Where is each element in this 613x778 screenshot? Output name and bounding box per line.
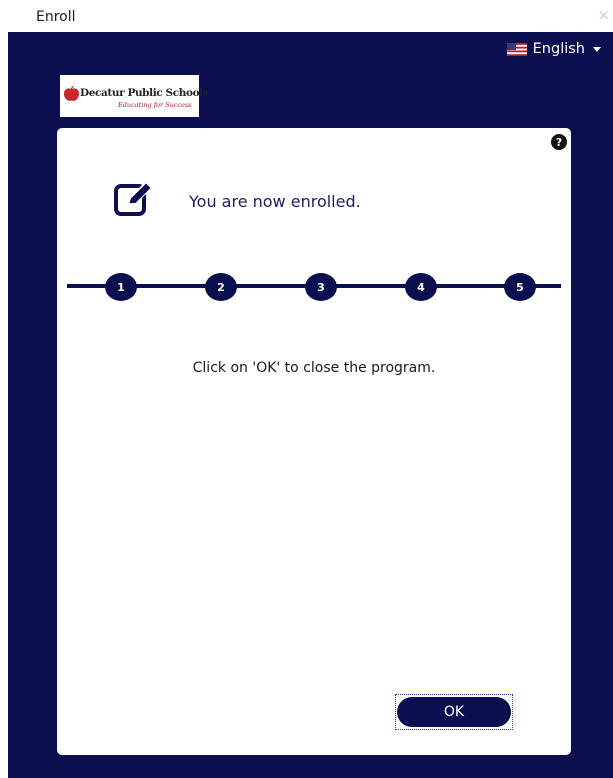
step-3: 3 bbox=[305, 273, 337, 301]
enrollment-card: ? You are now enrolled. 1 2 3 4 5 Click … bbox=[57, 128, 571, 755]
language-selector[interactable]: English bbox=[506, 41, 601, 57]
window-title: Enroll bbox=[36, 9, 76, 25]
window-titlebar: Enroll × bbox=[0, 0, 613, 32]
step-2: 2 bbox=[205, 273, 237, 301]
logo-name: Decatur Public Schools bbox=[80, 87, 209, 99]
ok-button-focus: OK bbox=[395, 694, 513, 730]
apple-icon bbox=[63, 86, 80, 101]
us-flag-icon bbox=[506, 42, 527, 56]
app-body: English Decatur Public Schools Educating… bbox=[8, 32, 613, 778]
instruction-text: Click on 'OK' to close the program. bbox=[192, 360, 436, 376]
help-icon[interactable]: ? bbox=[551, 134, 567, 150]
ok-button[interactable]: OK bbox=[397, 697, 511, 727]
logo-tagline: Educating for Success bbox=[118, 101, 192, 109]
step-5: 5 bbox=[504, 273, 536, 301]
language-label: English bbox=[532, 41, 585, 57]
progress-stepper: 1 2 3 4 5 bbox=[67, 273, 561, 303]
chevron-down-icon bbox=[593, 46, 601, 52]
step-1: 1 bbox=[105, 273, 137, 301]
school-logo: Decatur Public Schools Educating for Suc… bbox=[60, 75, 209, 117]
page-title: You are now enrolled. bbox=[189, 192, 361, 211]
edit-icon bbox=[114, 181, 153, 216]
step-4: 4 bbox=[405, 273, 437, 301]
close-icon[interactable]: × bbox=[597, 8, 610, 23]
